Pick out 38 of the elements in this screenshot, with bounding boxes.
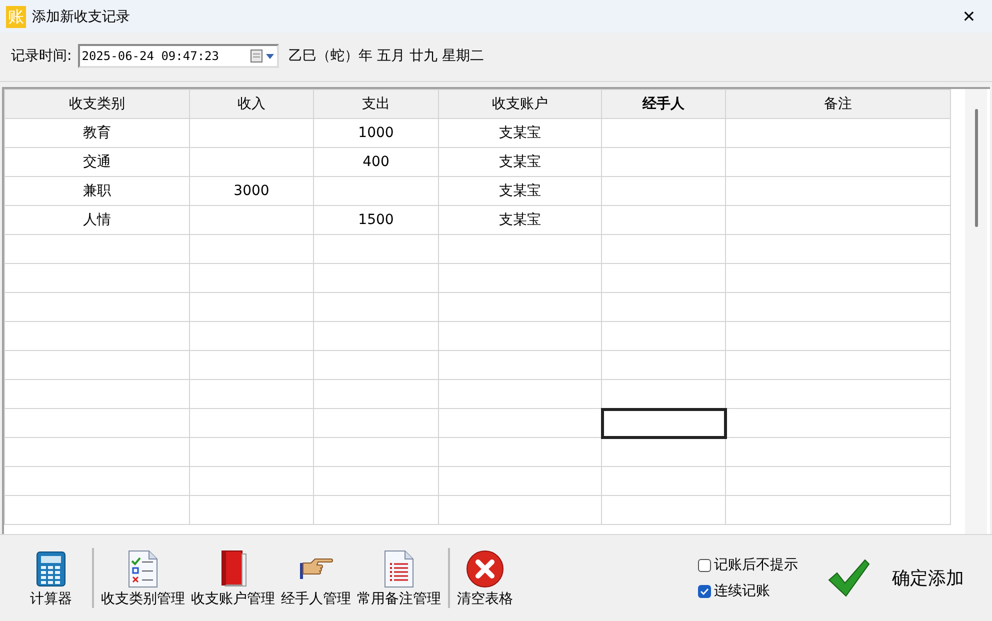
checkmark-icon — [700, 586, 709, 596]
column-header[interactable]: 收支类别 — [4, 90, 190, 118]
table-cell[interactable] — [602, 408, 726, 438]
column-header[interactable]: 备注 — [726, 90, 950, 118]
table-cell[interactable]: 支某宝 — [438, 118, 602, 148]
table-cell[interactable]: 人情 — [4, 206, 190, 234]
app-logo: 账 — [6, 6, 26, 28]
lunar-date: 乙巳（蛇）年 五月 廿九 星期二 — [288, 47, 484, 65]
calendar-dropdown-icon — [248, 48, 277, 64]
field-label: 记录时间: — [11, 47, 72, 65]
table-cell[interactable]: 1500 — [314, 206, 438, 234]
toolbar-button[interactable]: 收支账户管理 — [188, 548, 278, 608]
option-checkbox[interactable]: 记账后不提示 — [698, 556, 798, 574]
table-cell[interactable]: 教育 — [4, 118, 190, 148]
window-title: 添加新收支记录 — [32, 8, 131, 26]
table-cell[interactable]: 400 — [314, 148, 438, 176]
column-header[interactable]: 支出 — [314, 90, 438, 118]
column-header[interactable]: 经手人 — [602, 90, 726, 118]
table-cell[interactable]: 交通 — [4, 148, 190, 176]
table-cell[interactable]: 支某宝 — [438, 176, 602, 206]
confirm-add-button[interactable]: 确定添加 — [826, 556, 964, 600]
scrollbar[interactable] — [965, 89, 987, 534]
toolbar-button[interactable]: 经手人管理 — [278, 548, 354, 608]
table-cell[interactable]: 1000 — [314, 118, 438, 148]
table-cell[interactable]: 3000 — [190, 176, 314, 206]
toolbar-button[interactable]: 清空表格 — [454, 548, 516, 608]
option-checkbox[interactable]: 连续记账 — [698, 582, 798, 600]
column-header[interactable]: 收入 — [190, 90, 314, 118]
datetime-picker[interactable]: 2025-06-24 09:47:23 — [78, 44, 279, 68]
table-cell[interactable]: 兼职 — [4, 176, 190, 206]
toolbar-button[interactable]: 常用备注管理 — [354, 548, 444, 608]
table-cell[interactable]: 支某宝 — [438, 206, 602, 234]
column-header[interactable]: 收支账户 — [438, 90, 602, 118]
close-button[interactable]: ✕ — [946, 0, 992, 33]
toolbar-button[interactable]: 计算器 — [14, 548, 88, 608]
table-cell[interactable]: 支某宝 — [438, 148, 602, 176]
x-circle-icon — [465, 548, 505, 588]
toolbar-button[interactable]: 收支类别管理 — [98, 548, 188, 608]
